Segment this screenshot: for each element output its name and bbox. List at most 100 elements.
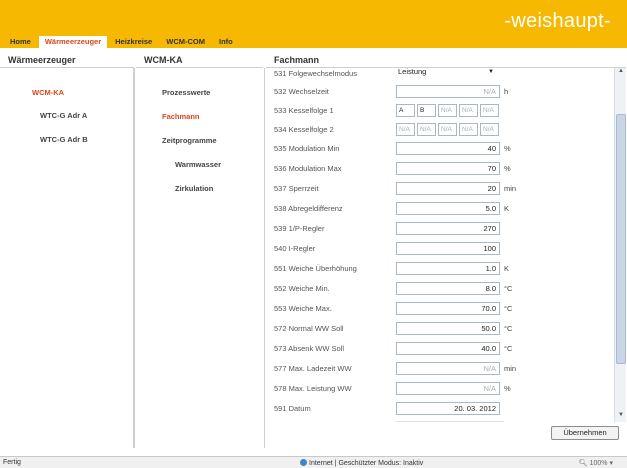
content-scrollbar[interactable]: ▲ ▼ bbox=[614, 68, 626, 422]
scroll-down-icon[interactable]: ▼ bbox=[615, 412, 627, 422]
kesselfolge2-box[interactable]: N/A bbox=[480, 123, 499, 136]
param-label: 591 Datum bbox=[274, 404, 311, 413]
max-ladezeit-ww-input[interactable]: N/A bbox=[396, 362, 500, 375]
weiche-max-input[interactable]: 70.0 bbox=[396, 302, 500, 315]
param-row: 537 Sperrzeit 20 min bbox=[266, 179, 612, 199]
chevron-down-icon: ▾ bbox=[607, 460, 613, 467]
menu-item-zirkulation[interactable]: Zirkulation bbox=[175, 184, 213, 193]
param-row: 533 Kesselfolge 1 A B N/A N/A N/A bbox=[266, 101, 612, 121]
param-row: 539 1/P-Regler 270 bbox=[266, 219, 612, 239]
menu-tree: Prozesswerte Fachmann Zeitprogramme Warm… bbox=[134, 68, 265, 448]
browser-status-bar: Fertig Internet | Geschützter Modus: Ina… bbox=[0, 456, 627, 468]
param-unit: min bbox=[504, 364, 517, 373]
param-label: 572 Normal WW Soll bbox=[274, 324, 344, 333]
column-title-wcm-ka: WCM-KA bbox=[136, 52, 263, 68]
sperrzeit-input[interactable]: 20 bbox=[396, 182, 500, 195]
parameter-list: 531 Folgewechselmodus Leistung ▼ 532 Wec… bbox=[266, 68, 612, 428]
globe-icon bbox=[300, 459, 307, 466]
kesselfolge1-box[interactable]: N/A bbox=[459, 104, 478, 117]
device-tree: WCM-KA WTC-G Adr A WTC-G Adr B bbox=[0, 68, 134, 448]
param-unit: °C bbox=[504, 304, 513, 313]
security-zone: Internet | Geschützter Modus: Inaktiv bbox=[300, 459, 423, 467]
scroll-thumb[interactable] bbox=[616, 114, 626, 364]
menu-item-zeitprogramme[interactable]: Zeitprogramme bbox=[162, 136, 217, 145]
kesselfolge2-box[interactable]: N/A bbox=[459, 123, 478, 136]
param-row: 536 Modulation Max 70 % bbox=[266, 159, 612, 179]
tree-item-wcm-ka[interactable]: WCM-KA bbox=[32, 88, 64, 97]
param-label: 552 Weiche Min. bbox=[274, 284, 330, 293]
modulation-max-input[interactable]: 70 bbox=[396, 162, 500, 175]
param-label: 540 I-Regler bbox=[274, 244, 316, 253]
tab-info[interactable]: Info bbox=[212, 36, 239, 48]
normal-ww-soll-input[interactable]: 50.0 bbox=[396, 322, 500, 335]
menu-item-warmwasser[interactable]: Warmwasser bbox=[175, 160, 221, 169]
chevron-down-icon: ▼ bbox=[488, 69, 494, 75]
max-leistung-ww-input[interactable]: N/A bbox=[396, 382, 500, 395]
param-label: 535 Modulation Min bbox=[274, 144, 340, 153]
kesselfolge2-box[interactable]: N/A bbox=[438, 123, 457, 136]
datum-input[interactable]: 20. 03. 2012 bbox=[396, 402, 500, 415]
param-unit: °C bbox=[504, 324, 513, 333]
tree-item-wtc-g-adr-a[interactable]: WTC-G Adr A bbox=[40, 111, 87, 120]
param-label: 553 Weiche Max. bbox=[274, 304, 332, 313]
zoom-level: 100% bbox=[589, 460, 608, 467]
main-nav: Home Wärmeerzeuger Heizkreise WCM-COM In… bbox=[4, 36, 239, 48]
param-label: 551 Weiche Überhöhung bbox=[274, 264, 357, 273]
tab-home[interactable]: Home bbox=[4, 36, 37, 48]
select-value: Leistung bbox=[398, 68, 427, 76]
menu-item-prozesswerte[interactable]: Prozesswerte bbox=[162, 88, 210, 97]
param-label: 537 Sperrzeit bbox=[274, 184, 319, 193]
param-row: 553 Weiche Max. 70.0 °C bbox=[266, 299, 612, 319]
param-unit: K bbox=[504, 204, 510, 213]
param-row: 540 I-Regler 100 bbox=[266, 239, 612, 259]
tab-wcm-com[interactable]: WCM-COM bbox=[160, 36, 211, 48]
kesselfolge2-box[interactable]: N/A bbox=[396, 123, 415, 136]
param-row: 573 Absenk WW Soll 40.0 °C bbox=[266, 339, 612, 359]
kesselfolge1-box[interactable]: N/A bbox=[480, 104, 499, 117]
zoom-icon: 🔍︎ bbox=[578, 460, 590, 467]
folgewechselmodus-select[interactable]: Leistung ▼ bbox=[396, 68, 500, 78]
weiche-ueberhoehung-input[interactable]: 1.0 bbox=[396, 262, 500, 275]
param-unit: °C bbox=[504, 284, 513, 293]
weishaupt-logo: -weishaupt- bbox=[504, 10, 611, 32]
param-unit: K bbox=[504, 264, 510, 273]
param-unit: % bbox=[504, 144, 511, 153]
apply-button[interactable]: Übernehmen bbox=[551, 426, 619, 440]
param-unit: °C bbox=[504, 344, 513, 353]
weiche-min-input[interactable]: 8.0 bbox=[396, 282, 500, 295]
modulation-min-input[interactable]: 40 bbox=[396, 142, 500, 155]
param-label: 578 Max. Leistung WW bbox=[274, 384, 352, 393]
tab-heizkreise[interactable]: Heizkreise bbox=[109, 36, 159, 48]
param-label: 534 Kesselfolge 2 bbox=[274, 125, 334, 134]
kesselfolge2-box[interactable]: N/A bbox=[417, 123, 436, 136]
param-row: 551 Weiche Überhöhung 1.0 K bbox=[266, 259, 612, 279]
absenk-ww-soll-input[interactable]: 40.0 bbox=[396, 342, 500, 355]
param-unit: min bbox=[504, 184, 517, 193]
zoom-control[interactable]: 🔍︎ 100% ▾ bbox=[579, 459, 613, 467]
param-row: 535 Modulation Min 40 % bbox=[266, 139, 612, 159]
i-regler-input[interactable]: 100 bbox=[396, 242, 500, 255]
tab-waermeerzeuger[interactable]: Wärmeerzeuger bbox=[38, 36, 108, 48]
kesselfolge1-box[interactable]: A bbox=[396, 104, 415, 117]
p-regler-input[interactable]: 270 bbox=[396, 222, 500, 235]
content-divider bbox=[396, 421, 504, 422]
param-label: 533 Kesselfolge 1 bbox=[274, 106, 334, 115]
column-title-fachmann: Fachmann bbox=[266, 52, 626, 68]
param-label: 577 Max. Ladezeit WW bbox=[274, 364, 352, 373]
tree-item-wtc-g-adr-b[interactable]: WTC-G Adr B bbox=[40, 135, 88, 144]
abregeldifferenz-input[interactable]: 5.0 bbox=[396, 202, 500, 215]
param-label: 536 Modulation Max bbox=[274, 164, 342, 173]
param-label: 573 Absenk WW Soll bbox=[274, 344, 345, 353]
param-row: 534 Kesselfolge 2 N/A N/A N/A N/A N/A bbox=[266, 120, 612, 140]
param-unit: % bbox=[504, 164, 511, 173]
kesselfolge1-box[interactable]: N/A bbox=[438, 104, 457, 117]
param-row: 532 Wechselzeit N/A h bbox=[266, 82, 612, 102]
kesselfolge1-box[interactable]: B bbox=[417, 104, 436, 117]
param-row: 572 Normal WW Soll 50.0 °C bbox=[266, 319, 612, 339]
param-row: 591 Datum 20. 03. 2012 bbox=[266, 399, 612, 419]
param-unit: h bbox=[504, 87, 509, 96]
wechselzeit-input[interactable]: N/A bbox=[396, 85, 500, 98]
app-header: -weishaupt- Home Wärmeerzeuger Heizkreis… bbox=[0, 0, 627, 48]
scroll-up-icon[interactable]: ▲ bbox=[615, 68, 627, 78]
menu-item-fachmann[interactable]: Fachmann bbox=[162, 112, 200, 121]
